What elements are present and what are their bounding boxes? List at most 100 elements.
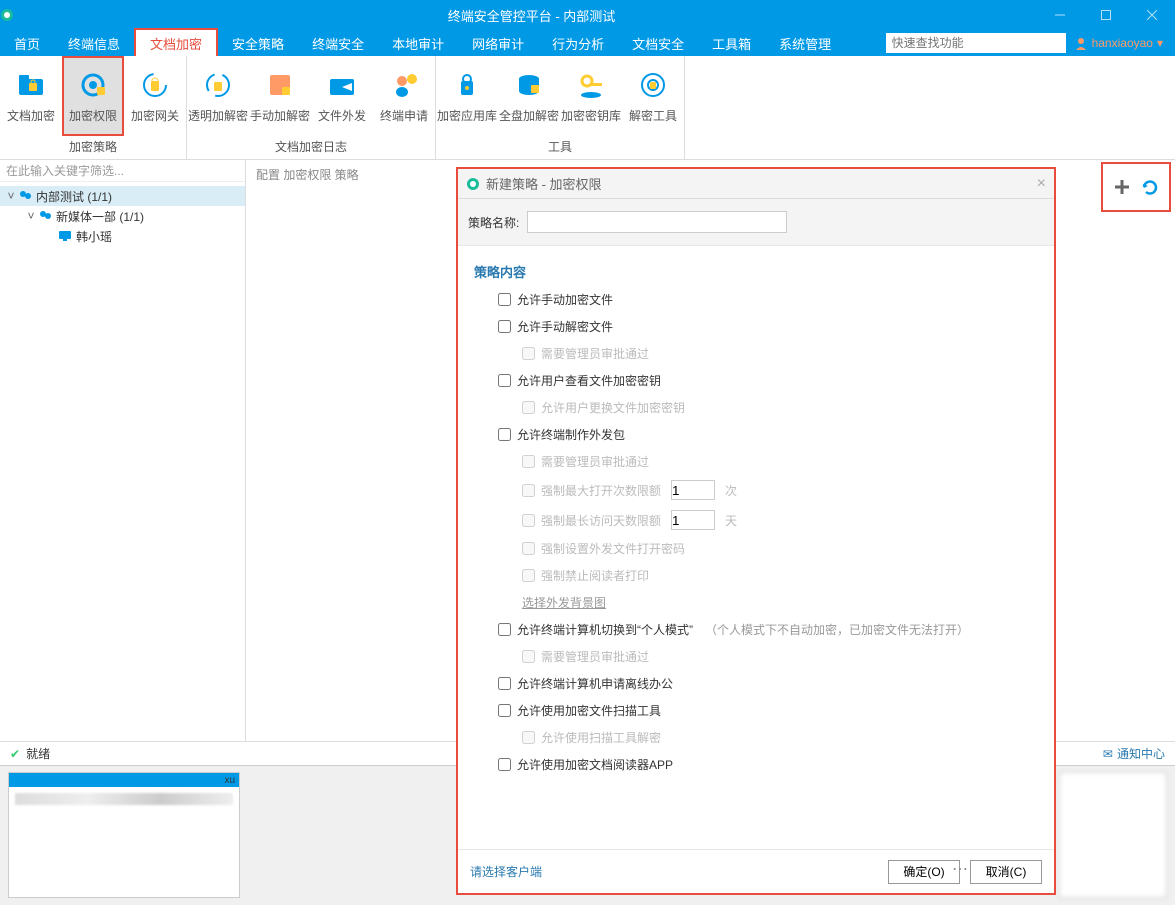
sidebar: 在此输入关键字筛选... ˅ 内部测试 (1/1) ˅ 新媒体一部 (1/1) … — [0, 160, 246, 741]
policy-name-label: 策略名称: — [468, 214, 519, 231]
user-menu[interactable]: hanxiaoyao ▾ — [1074, 36, 1163, 50]
check-icon: ✔ — [10, 747, 20, 761]
tab-security-policy[interactable]: 安全策略 — [218, 30, 298, 56]
close-button[interactable] — [1129, 0, 1175, 30]
tab-sys-manage[interactable]: 系统管理 — [765, 30, 845, 56]
opt-max-days: 强制最长访问天数限额天 — [522, 510, 1038, 530]
search-input[interactable] — [886, 33, 1066, 53]
select-bg-link[interactable]: 选择外发背景图 — [522, 594, 1038, 611]
user-icon — [1074, 36, 1088, 50]
folder-send-icon — [326, 69, 358, 101]
search-box — [886, 33, 1066, 53]
shield-rotate-icon — [139, 69, 171, 101]
group-icon — [38, 209, 56, 223]
chevron-down-icon[interactable]: ˅ — [24, 209, 38, 223]
tab-network-audit[interactable]: 网络审计 — [458, 30, 538, 56]
task-thumbnail[interactable] — [1059, 772, 1167, 898]
ribbon-group-policy: 文档加密 加密权限 加密网关 加密策略 — [0, 56, 187, 159]
ribbon-decrypt-tool[interactable]: 解密工具 — [622, 56, 684, 136]
tree-root[interactable]: ˅ 内部测试 (1/1) — [0, 186, 245, 206]
more-icon[interactable]: ⋯ — [952, 859, 968, 879]
tab-home[interactable]: 首页 — [0, 30, 54, 56]
dialog-header: 新建策略 - 加密权限 × — [458, 169, 1054, 199]
ribbon-app-lib[interactable]: 加密应用库 — [436, 56, 498, 136]
tab-doc-encrypt[interactable]: 文档加密 — [134, 28, 218, 56]
max-days-input[interactable] — [671, 510, 715, 530]
ribbon-key-lib[interactable]: 加密密钥库 — [560, 56, 622, 136]
disk-lock-icon — [513, 69, 545, 101]
tab-doc-security[interactable]: 文档安全 — [618, 30, 698, 56]
ribbon-group-log: 透明加解密 手动加解密 文件外发 终端申请 文档加密日志 — [187, 56, 436, 159]
user-name: hanxiaoyao — [1092, 36, 1153, 50]
select-client-link[interactable]: 请选择客户端 — [470, 863, 878, 880]
opt-package-approval: 需要管理员审批通过 — [522, 453, 1038, 470]
opt-reader-app[interactable]: 允许使用加密文档阅读器APP — [498, 756, 1038, 773]
menu-tabs: 首页 终端信息 文档加密 安全策略 终端安全 本地审计 网络审计 行为分析 文档… — [0, 30, 845, 56]
dialog-body: 策略内容 允许手动加密文件 允许手动解密文件 需要管理员审批通过 允许用户查看文… — [458, 246, 1054, 849]
ribbon-full-disk[interactable]: 全盘加解密 — [498, 56, 560, 136]
opt-make-package[interactable]: 允许终端制作外发包 — [498, 426, 1038, 443]
ribbon-doc-encrypt[interactable]: 文档加密 — [0, 56, 62, 136]
max-open-input[interactable] — [671, 480, 715, 500]
ribbon-encrypt-perm[interactable]: 加密权限 — [62, 56, 124, 136]
cancel-button[interactable]: 取消(C) — [970, 860, 1042, 884]
key-db-icon — [575, 69, 607, 101]
opt-scan-decrypt: 允许使用扫描工具解密 — [522, 729, 1038, 746]
tab-toolbox[interactable]: 工具箱 — [698, 30, 765, 56]
chevron-down-icon: ▾ — [1157, 36, 1163, 50]
chevron-down-icon[interactable]: ˅ — [4, 189, 18, 203]
opt-manual-decrypt-approval: 需要管理员审批通过 — [522, 345, 1038, 362]
new-policy-dialog: 新建策略 - 加密权限 × 策略名称: 策略内容 允许手动加密文件 允许手动解密… — [456, 167, 1056, 895]
maximize-button[interactable] — [1083, 0, 1129, 30]
refresh-button[interactable] — [1141, 178, 1159, 196]
ribbon-file-send[interactable]: 文件外发 — [311, 56, 373, 136]
tree-child[interactable]: ˅ 新媒体一部 (1/1) — [0, 206, 245, 226]
add-button[interactable] — [1113, 178, 1131, 196]
task-thumbnail[interactable]: xu — [8, 772, 240, 898]
tree: ˅ 内部测试 (1/1) ˅ 新媒体一部 (1/1) 韩小瑶 — [0, 182, 245, 741]
ribbon-encrypt-gateway[interactable]: 加密网关 — [124, 56, 186, 136]
opt-manual-decrypt[interactable]: 允许手动解密文件 — [498, 318, 1038, 335]
opt-scan-tool[interactable]: 允许使用加密文件扫描工具 — [498, 702, 1038, 719]
hand-lock-icon — [264, 69, 296, 101]
ribbon-terminal-apply[interactable]: 终端申请 — [373, 56, 435, 136]
mail-icon: ✉ — [1103, 747, 1113, 761]
section-title: 策略内容 — [474, 262, 1038, 281]
titlebar: 终端安全管控平台 - 内部测试 — [0, 0, 1175, 30]
opt-manual-encrypt[interactable]: 允许手动加密文件 — [498, 291, 1038, 308]
tab-terminal-info[interactable]: 终端信息 — [54, 30, 134, 56]
notification-center[interactable]: ✉ 通知中心 — [1103, 745, 1165, 762]
opt-view-key[interactable]: 允许用户查看文件加密密钥 — [498, 372, 1038, 389]
dialog-title: 新建策略 - 加密权限 — [486, 174, 1037, 193]
tree-leaf[interactable]: 韩小瑶 — [0, 226, 245, 246]
policy-name-input[interactable] — [527, 211, 787, 233]
status-text: 就绪 — [26, 745, 50, 762]
dialog-icon — [466, 177, 480, 191]
close-icon[interactable]: × — [1037, 175, 1046, 193]
monitor-icon — [58, 229, 76, 243]
opt-change-key: 允许用户更换文件加密密钥 — [522, 399, 1038, 416]
target-lock-icon — [637, 69, 669, 101]
ribbon: 文档加密 加密权限 加密网关 加密策略 透明加解密 手动加解密 — [0, 56, 1175, 160]
tab-terminal-security[interactable]: 终端安全 — [298, 30, 378, 56]
group-icon — [18, 189, 36, 203]
opt-offline[interactable]: 允许终端计算机申请离线办公 — [498, 675, 1038, 692]
opt-personal-approval: 需要管理员审批通过 — [522, 648, 1038, 665]
opt-forbid-print: 强制禁止阅读者打印 — [522, 567, 1038, 584]
opt-max-open: 强制最大打开次数限额次 — [522, 480, 1038, 500]
tab-behavior[interactable]: 行为分析 — [538, 30, 618, 56]
window-controls — [1037, 0, 1175, 30]
ribbon-manual[interactable]: 手动加解密 — [249, 56, 311, 136]
policy-name-row: 策略名称: — [458, 199, 1054, 246]
app-icon — [0, 8, 26, 22]
content-toolbar — [1101, 162, 1171, 212]
ok-button[interactable]: 确定(O) — [888, 860, 960, 884]
ribbon-transparent[interactable]: 透明加解密 — [187, 56, 249, 136]
filter-input[interactable]: 在此输入关键字筛选... — [0, 160, 245, 182]
minimize-button[interactable] — [1037, 0, 1083, 30]
opt-personal-mode[interactable]: 允许终端计算机切换到“个人模式”（个人模式下不自动加密，已加密文件无法打开） — [498, 621, 1038, 638]
tab-local-audit[interactable]: 本地审计 — [378, 30, 458, 56]
opt-force-password: 强制设置外发文件打开密码 — [522, 540, 1038, 557]
folder-lock-icon — [15, 69, 47, 101]
person-chat-icon — [388, 69, 420, 101]
